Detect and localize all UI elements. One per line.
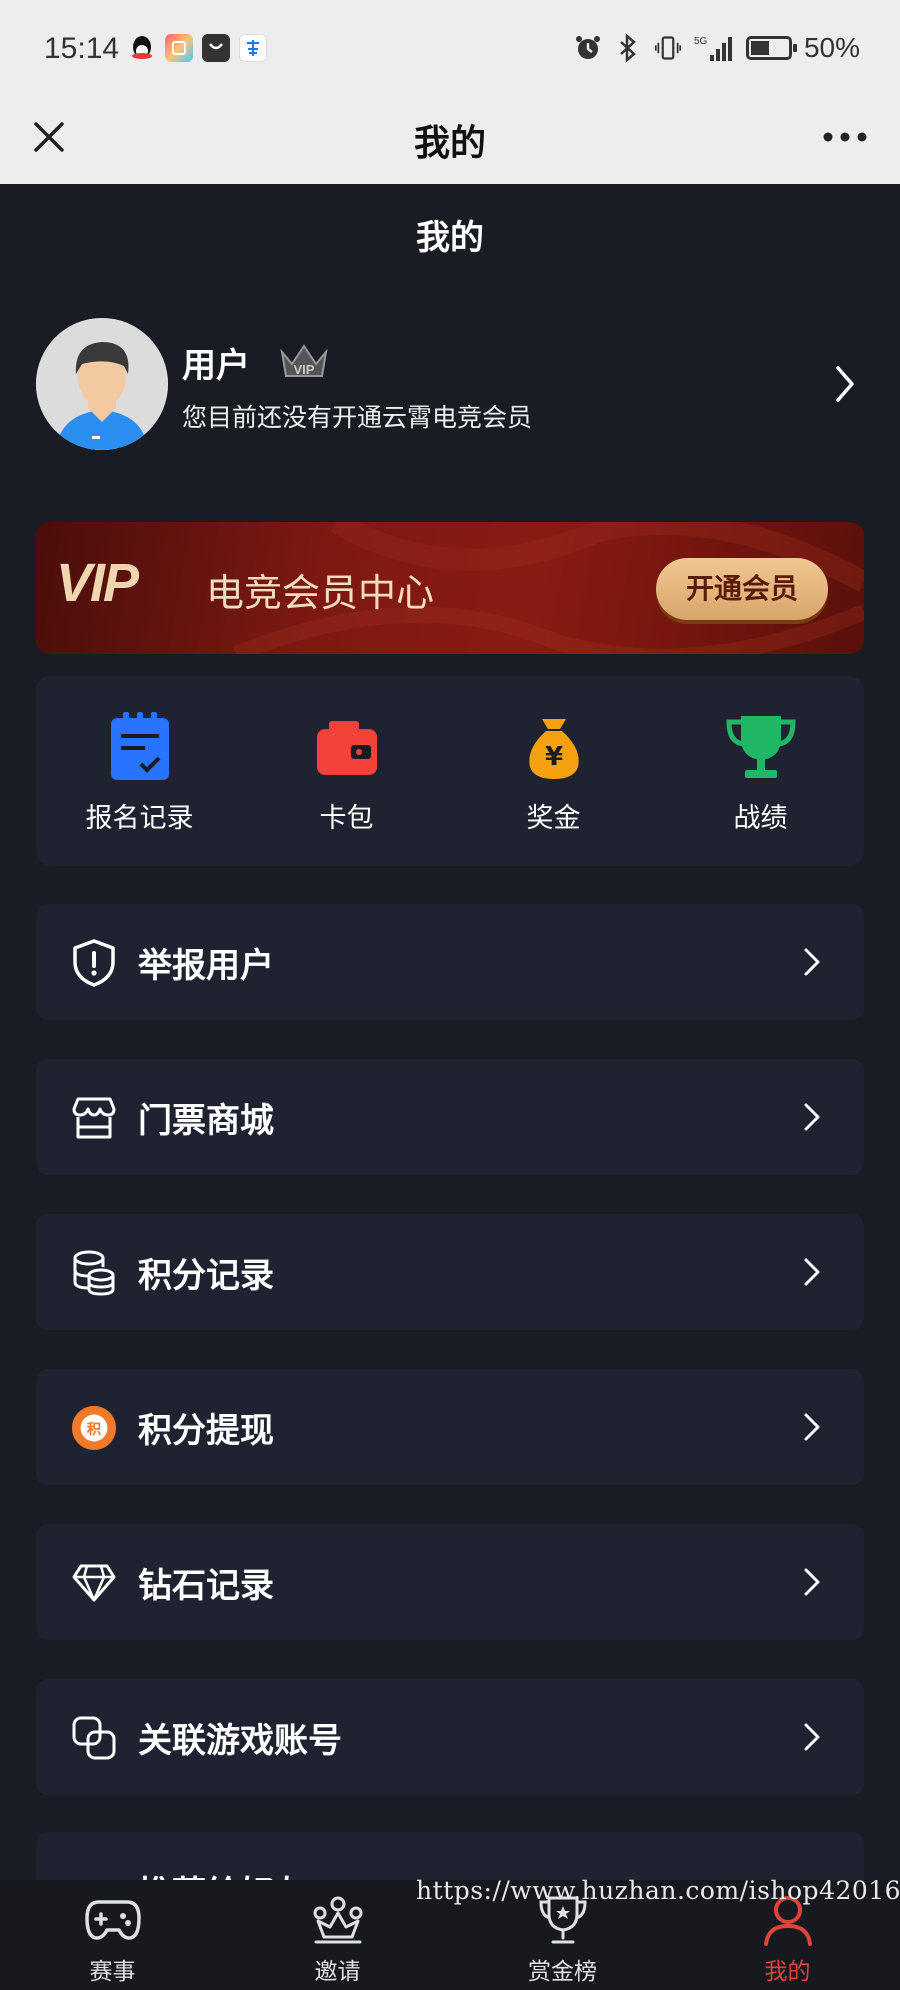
taobao-icon [202,34,230,62]
coins-stack-icon [70,1249,118,1297]
tab-label: 赏金榜 [528,1959,597,1985]
tab-events[interactable]: 赛事 [0,1880,225,1990]
page-title: 我的 [416,218,484,258]
profile-card[interactable]: 用户 VIP 您目前还没有开通云霄电竞会员 [36,318,864,454]
chevron-right-icon [802,1721,822,1757]
quick-action-label: 报名记录 [85,803,194,834]
menu-item-label: 钻石记录 [138,1566,274,1606]
watermark-text: https://www.huzhan.com/ishop42016 [416,1876,900,1905]
avatar[interactable] [36,318,168,450]
menu-item-link-game-account[interactable]: 关联游戏账号 [36,1679,864,1795]
shield-alert-icon [70,939,118,987]
vip-badge-text: VIP [294,362,315,377]
clipboard-icon [104,712,176,784]
menu-item-label: 门票商城 [138,1101,274,1141]
gamepad-icon [84,1892,141,1948]
username: 用户 [182,346,250,386]
svg-text:积: 积 [87,1420,102,1438]
status-right: 5G 50% [574,32,860,64]
chevron-right-icon [802,1566,822,1602]
nav-title: 我的 [413,123,486,164]
alarm-icon [574,33,602,63]
alipay-icon [239,34,267,62]
photos-icon [165,34,193,62]
menu-item-label: 积分记录 [138,1256,274,1296]
status-time: 15:14 [44,32,120,65]
menu-item-label: 积分提现 [138,1411,274,1451]
menu-item-diamond-record[interactable]: 钻石记录 [36,1524,864,1640]
battery-level [750,41,769,55]
qq-icon [128,34,156,62]
vip-logo-text: VIP [56,553,139,613]
trophy-icon [725,712,797,784]
menu-item-label: 关联游戏账号 [138,1721,342,1761]
battery-percent: 50% [803,32,860,63]
bluetooth-icon [614,33,642,63]
membership-status: 您目前还没有开通云霄电竞会员 [182,403,533,432]
menu-item-ticket-store[interactable]: 门票商城 [36,1059,864,1175]
tab-label: 我的 [764,1959,811,1985]
quick-action-bonus[interactable]: ¥ 奖金 [450,676,657,866]
open-membership-button[interactable]: 开通会员 [656,558,828,620]
notification-icons [128,34,267,62]
store-icon [70,1094,118,1142]
quick-actions: 报名记录 卡包 ¥ 奖金 战绩 [36,676,864,866]
points-badge-icon: 积 [70,1404,118,1452]
vip-center-title: 电竞会员中心 [206,571,435,615]
status-bar: 15:14 5G 50% [0,0,900,92]
tab-label: 邀请 [314,1959,361,1985]
wallet-icon [311,712,383,784]
menu-item-label: 举报用户 [138,946,274,986]
menu-item-points-withdraw[interactable]: 积 积分提现 [36,1369,864,1485]
chevron-right-icon [802,1411,822,1447]
chevron-right-icon [802,1256,822,1292]
more-options-icon[interactable] [820,120,870,154]
quick-action-registration[interactable]: 报名记录 [36,676,243,866]
default-avatar-icon [36,318,168,450]
quick-action-label: 奖金 [526,803,581,834]
top-nav-bar: 我的 [0,92,900,184]
network-label: 5G [694,36,708,47]
quick-action-label: 战绩 [733,803,788,834]
quick-action-record[interactable]: 战绩 [657,676,864,866]
signal-icon: 5G [694,33,734,63]
chevron-right-icon [802,946,822,982]
menu-item-points-record[interactable]: 积分记录 [36,1214,864,1330]
battery-icon [745,36,797,60]
link-icon [70,1714,118,1762]
chevron-right-icon[interactable] [832,364,858,408]
invite-icon [310,1892,366,1948]
vibrate-icon [654,33,682,63]
vip-center-banner[interactable]: VIP 电竞会员中心 开通会员 [36,522,864,654]
diamond-icon [70,1559,118,1607]
menu-item-report-user[interactable]: 举报用户 [36,904,864,1020]
quick-action-card-wallet[interactable]: 卡包 [243,676,450,866]
vip-crown-icon: VIP [278,340,330,382]
svg-text:¥: ¥ [544,742,562,772]
tab-label: 赛事 [89,1959,136,1985]
quick-action-label: 卡包 [319,803,374,834]
chevron-right-icon [802,1101,822,1137]
money-bag-icon: ¥ [518,712,590,784]
